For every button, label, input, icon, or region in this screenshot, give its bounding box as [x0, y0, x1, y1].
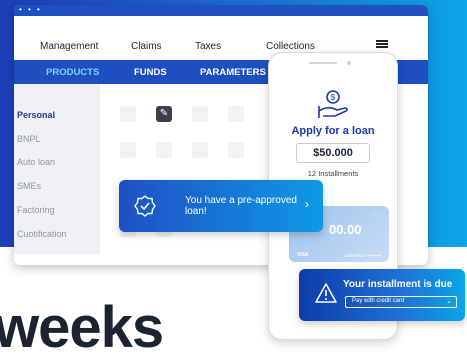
card-menu-icon[interactable]: ··· — [371, 210, 379, 219]
sidebar-item-auto-loan[interactable]: Auto loan — [17, 157, 55, 167]
apply-loan-title: Apply for a loan — [291, 125, 375, 137]
content-tile[interactable] — [192, 142, 208, 158]
chevron-right-icon[interactable]: › — [305, 197, 309, 211]
installments-label: 12 Installments — [307, 169, 359, 178]
content-tile[interactable] — [228, 106, 244, 122]
loan-amount-field[interactable]: $50.000 — [296, 143, 370, 163]
installment-message: Your installment is due — [343, 279, 453, 290]
sidebar-item-factoring[interactable]: Factoring — [17, 205, 55, 215]
phone-camera — [347, 61, 351, 65]
content-tile[interactable] — [156, 142, 172, 158]
phone-speaker — [309, 62, 337, 64]
hand-coin-icon: $ — [318, 90, 348, 118]
tab-products[interactable]: PRODUCTS — [46, 67, 99, 78]
hamburger-menu-icon[interactable] — [376, 40, 388, 48]
content-tile[interactable] — [228, 142, 244, 158]
svg-text:$: $ — [331, 93, 336, 102]
nav-taxes[interactable]: Taxes — [195, 41, 221, 52]
preapproved-notification[interactable]: You have a pre-approved loan! › — [119, 180, 323, 232]
warning-triangle-icon — [315, 283, 337, 303]
content-tile[interactable] — [120, 142, 136, 158]
installment-notification[interactable]: Your installment is due Pay with credit … — [299, 269, 465, 321]
card-number: 2340 5521 •••• •••• — [344, 253, 381, 258]
sidebar-item-personal[interactable]: Personal — [17, 110, 55, 120]
product-sidebar: Personal BNPL Auto loan SMEs Factoring C… — [14, 84, 100, 254]
card-brand: VISA — [297, 252, 309, 258]
window-titlebar: • • • — [14, 5, 428, 16]
content-tile[interactable] — [192, 106, 208, 122]
nav-claims[interactable]: Claims — [131, 41, 162, 52]
sidebar-item-smes[interactable]: SMEs — [17, 181, 41, 191]
sidebar-item-cuotification[interactable]: Cuotification — [17, 229, 67, 239]
nav-management[interactable]: Management — [40, 41, 98, 52]
tab-funds[interactable]: FUNDS — [134, 67, 167, 78]
sidebar-item-bnpl[interactable]: BNPL — [17, 134, 41, 144]
card-balance: 00.00 — [329, 222, 362, 237]
badge-check-icon — [134, 195, 156, 217]
payment-method-value: Pay with credit card — [352, 298, 405, 304]
chevron-down-icon: ⌄ — [446, 298, 452, 305]
tab-parameters[interactable]: PARAMETERS — [200, 67, 266, 78]
payment-method-select[interactable]: Pay with credit card ⌄ — [345, 296, 457, 308]
pencil-icon[interactable]: ✎ — [156, 106, 172, 122]
nav-collections[interactable]: Collections — [266, 41, 315, 52]
notification-message: You have a pre-approved loan! — [185, 195, 297, 217]
content-tile[interactable] — [120, 106, 136, 122]
window-controls[interactable]: • • • — [19, 6, 42, 14]
hero-heading-fragment: weeks — [0, 295, 164, 360]
